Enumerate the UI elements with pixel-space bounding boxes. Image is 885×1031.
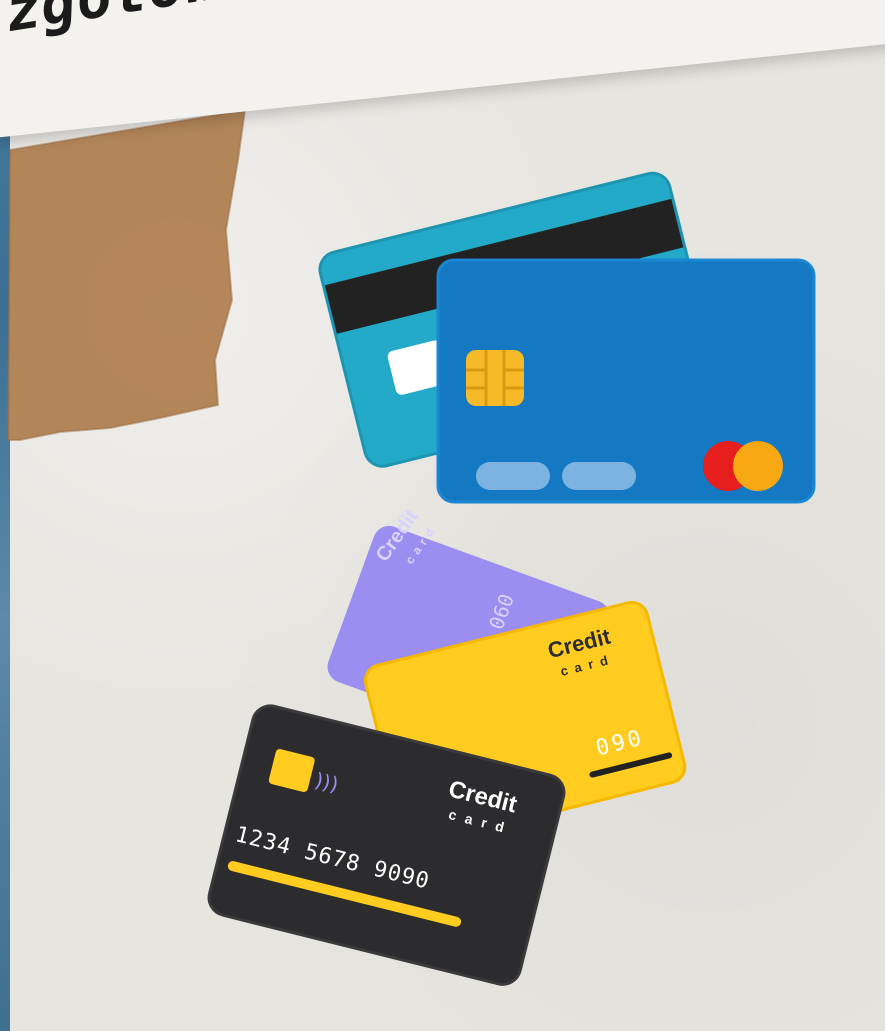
blue-credit-card-front-icon xyxy=(436,258,816,504)
chip-icon xyxy=(466,350,524,406)
torn-brown-paper xyxy=(8,110,245,440)
collage-illustration: Credit card 090 Credit card 090 ))) Cred… xyxy=(6,108,816,986)
collage-canvas: Credit card 090 Credit card 090 ))) Cred… xyxy=(0,0,885,1031)
mastercard-logo-icon xyxy=(703,441,783,491)
